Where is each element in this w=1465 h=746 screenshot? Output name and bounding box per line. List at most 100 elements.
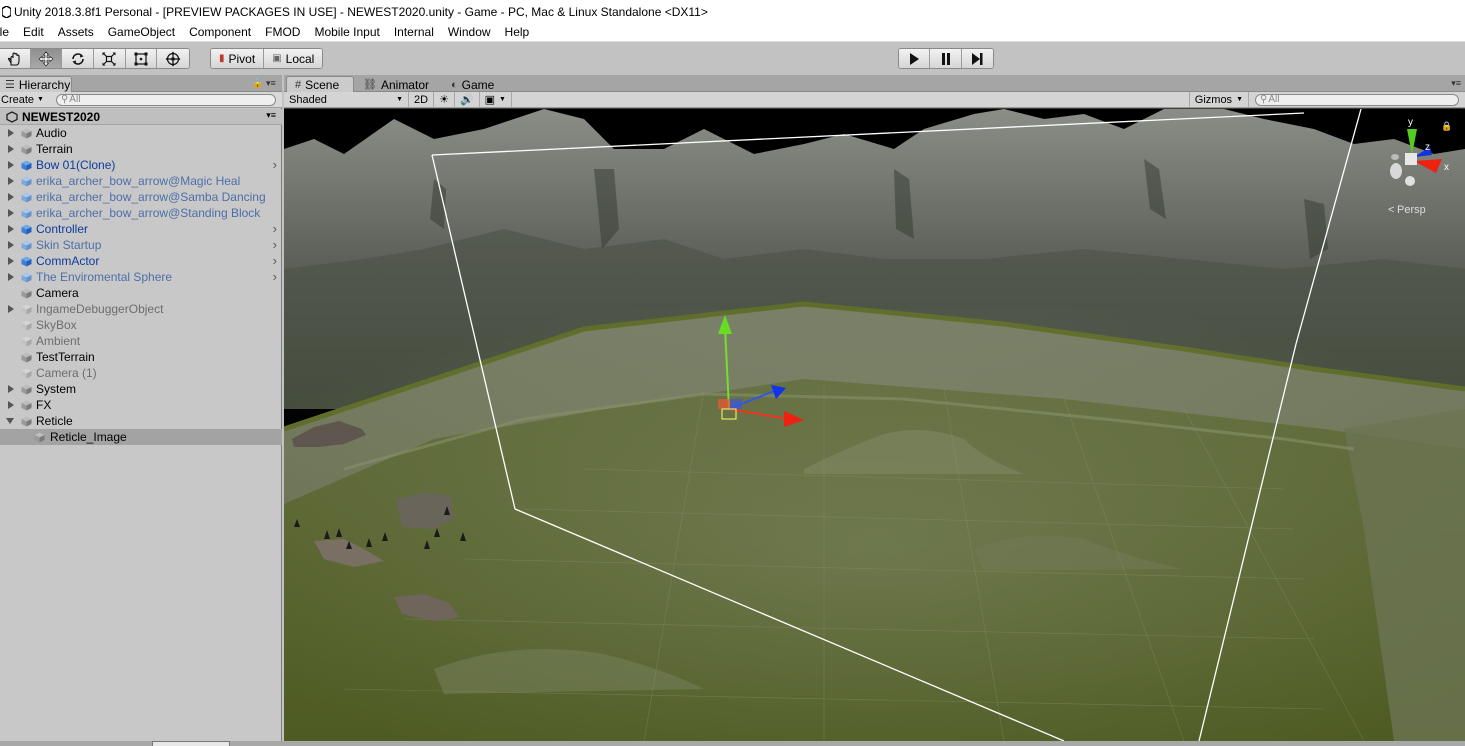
- menu-item-edit[interactable]: Edit: [16, 25, 51, 39]
- expand-arrow-icon[interactable]: [8, 145, 14, 153]
- shading-mode-dropdown[interactable]: Shaded ▼: [284, 92, 409, 107]
- hierarchy-item-label: Bow 01(Clone): [36, 158, 116, 172]
- main-toolbar: ▮ Pivot ▣ Local: [0, 43, 1465, 75]
- hierarchy-item[interactable]: erika_archer_bow_arrow@Samba Dancing: [0, 189, 282, 205]
- hierarchy-item[interactable]: Skin Startup ›: [0, 237, 282, 253]
- hierarchy-item[interactable]: Terrain: [0, 141, 282, 157]
- scene-root-row[interactable]: NEWEST2020 ▾≡: [0, 109, 282, 125]
- hierarchy-item[interactable]: TestTerrain: [0, 349, 282, 365]
- expand-arrow-icon[interactable]: [8, 241, 14, 249]
- play-button[interactable]: [899, 49, 931, 68]
- hierarchy-list-icon: ☰: [5, 79, 15, 91]
- status-bar: [0, 741, 1465, 746]
- hierarchy-item[interactable]: Controller ›: [0, 221, 282, 237]
- axis-x-label: x: [1444, 162, 1449, 173]
- scale-tool-button[interactable]: [94, 49, 126, 68]
- hierarchy-search-input[interactable]: ⚲ All: [55, 93, 276, 106]
- tab-game[interactable]: ◐ Game: [442, 76, 502, 92]
- tab-hierarchy[interactable]: ☰ Hierarchy: [0, 76, 72, 92]
- move-tool-button[interactable]: [30, 49, 63, 68]
- expand-arrow-icon[interactable]: [8, 209, 14, 217]
- pause-button[interactable]: [930, 49, 962, 68]
- scene-name: NEWEST2020: [22, 109, 101, 124]
- hierarchy-item[interactable]: The Enviromental Sphere ›: [0, 269, 282, 285]
- hierarchy-item[interactable]: Reticle_Image: [0, 429, 282, 445]
- hierarchy-item-label: CommActor: [36, 254, 100, 268]
- expand-arrow-icon[interactable]: [8, 401, 14, 409]
- hierarchy-tab-label: Hierarchy: [18, 77, 71, 92]
- search-icon: ⚲: [60, 94, 69, 105]
- audio-toggle[interactable]: 🔊: [455, 92, 480, 107]
- scene-panel-menu-icon[interactable]: ▾≡: [1451, 78, 1461, 89]
- step-icon: [972, 52, 983, 65]
- hierarchy-item[interactable]: Audio: [0, 125, 282, 141]
- scene-viewport[interactable]: y z x < Persp 🔒: [284, 109, 1465, 741]
- scene-menu-icon[interactable]: ▾≡: [266, 110, 276, 121]
- menu-item-help[interactable]: Help: [498, 25, 537, 39]
- hierarchy-item[interactable]: Camera: [0, 285, 282, 301]
- menu-item-internal[interactable]: Internal: [387, 25, 441, 39]
- hierarchy-lock-icon[interactable]: 🔒: [252, 78, 263, 89]
- expand-arrow-icon[interactable]: [8, 129, 14, 137]
- prefab-open-chevron-icon[interactable]: ›: [273, 253, 277, 268]
- expand-arrow-icon[interactable]: [8, 193, 14, 201]
- hierarchy-item[interactable]: SkyBox: [0, 317, 282, 333]
- tab-animator[interactable]: ⛓ Animator: [354, 76, 436, 92]
- lighting-toggle[interactable]: ☀: [434, 92, 455, 107]
- effects-dropdown[interactable]: ▣ ▼: [480, 92, 512, 107]
- hand-tool-button[interactable]: [0, 49, 31, 68]
- hierarchy-item[interactable]: System: [0, 381, 282, 397]
- expand-arrow-open-icon[interactable]: [6, 418, 14, 424]
- tab-scene[interactable]: # Scene: [286, 76, 354, 92]
- hierarchy-item-label: erika_archer_bow_arrow@Standing Block: [36, 206, 261, 220]
- hierarchy-item[interactable]: Camera (1): [0, 365, 282, 381]
- hierarchy-item-label: Ambient: [36, 334, 81, 348]
- expand-arrow-icon[interactable]: [8, 161, 14, 169]
- hierarchy-item[interactable]: erika_archer_bow_arrow@Magic Heal: [0, 173, 282, 189]
- hierarchy-item[interactable]: CommActor ›: [0, 253, 282, 269]
- menu-item-component[interactable]: Component: [182, 25, 258, 39]
- window-title: Unity 2018.3.8f1 Personal - [PREVIEW PAC…: [14, 4, 708, 19]
- expand-arrow-icon[interactable]: [8, 273, 14, 281]
- grid-icon: #: [295, 78, 302, 91]
- local-toggle-button[interactable]: ▣ Local: [264, 49, 323, 68]
- expand-arrow-icon[interactable]: [8, 385, 14, 393]
- hierarchy-item-label: erika_archer_bow_arrow@Magic Heal: [36, 174, 241, 188]
- scene-search-input[interactable]: ⚲ All: [1255, 93, 1459, 106]
- caret-down-icon: ▼: [1236, 96, 1243, 103]
- prefab-open-chevron-icon[interactable]: ›: [273, 237, 277, 252]
- gizmos-dropdown[interactable]: Gizmos ▼: [1188, 92, 1249, 107]
- hierarchy-menu-icon[interactable]: ▾≡: [266, 78, 276, 89]
- hierarchy-item-label: The Enviromental Sphere: [36, 270, 173, 284]
- step-button[interactable]: [961, 49, 993, 68]
- gizmos-label: Gizmos: [1194, 93, 1233, 106]
- expand-arrow-icon[interactable]: [8, 177, 14, 185]
- transform-tool-group: [0, 48, 190, 69]
- menu-item-mobile-input[interactable]: Mobile Input: [307, 25, 386, 39]
- hierarchy-item[interactable]: IngameDebuggerObject: [0, 301, 282, 317]
- rect-tool-button[interactable]: [125, 49, 158, 68]
- transform-tool-button[interactable]: [157, 49, 189, 68]
- hierarchy-item-label: Camera (1): [36, 366, 97, 380]
- menu-item-fmod[interactable]: FMOD: [258, 25, 307, 39]
- menu-item-assets[interactable]: Assets: [51, 25, 101, 39]
- create-dropdown[interactable]: Create ▼: [0, 94, 48, 106]
- hierarchy-item[interactable]: Reticle: [0, 413, 282, 429]
- expand-arrow-icon[interactable]: [8, 225, 14, 233]
- prefab-open-chevron-icon[interactable]: ›: [273, 269, 277, 284]
- menu-item-ile[interactable]: ile: [0, 25, 16, 39]
- rotate-tool-button[interactable]: [62, 49, 95, 68]
- hierarchy-item[interactable]: FX: [0, 397, 282, 413]
- expand-arrow-icon[interactable]: [8, 305, 14, 313]
- hierarchy-item[interactable]: Bow 01(Clone) ›: [0, 157, 282, 173]
- pivot-toggle-button[interactable]: ▮ Pivot: [211, 49, 265, 68]
- prefab-open-chevron-icon[interactable]: ›: [273, 221, 277, 236]
- hierarchy-item[interactable]: Ambient: [0, 333, 282, 349]
- menu-item-window[interactable]: Window: [441, 25, 498, 39]
- hierarchy-item[interactable]: erika_archer_bow_arrow@Standing Block: [0, 205, 282, 221]
- menu-item-gameobject[interactable]: GameObject: [101, 25, 182, 39]
- gameobject-cube-icon: [21, 304, 32, 315]
- toggle-2d-button[interactable]: 2D: [409, 92, 435, 107]
- expand-arrow-icon[interactable]: [8, 257, 14, 265]
- prefab-open-chevron-icon[interactable]: ›: [273, 157, 277, 172]
